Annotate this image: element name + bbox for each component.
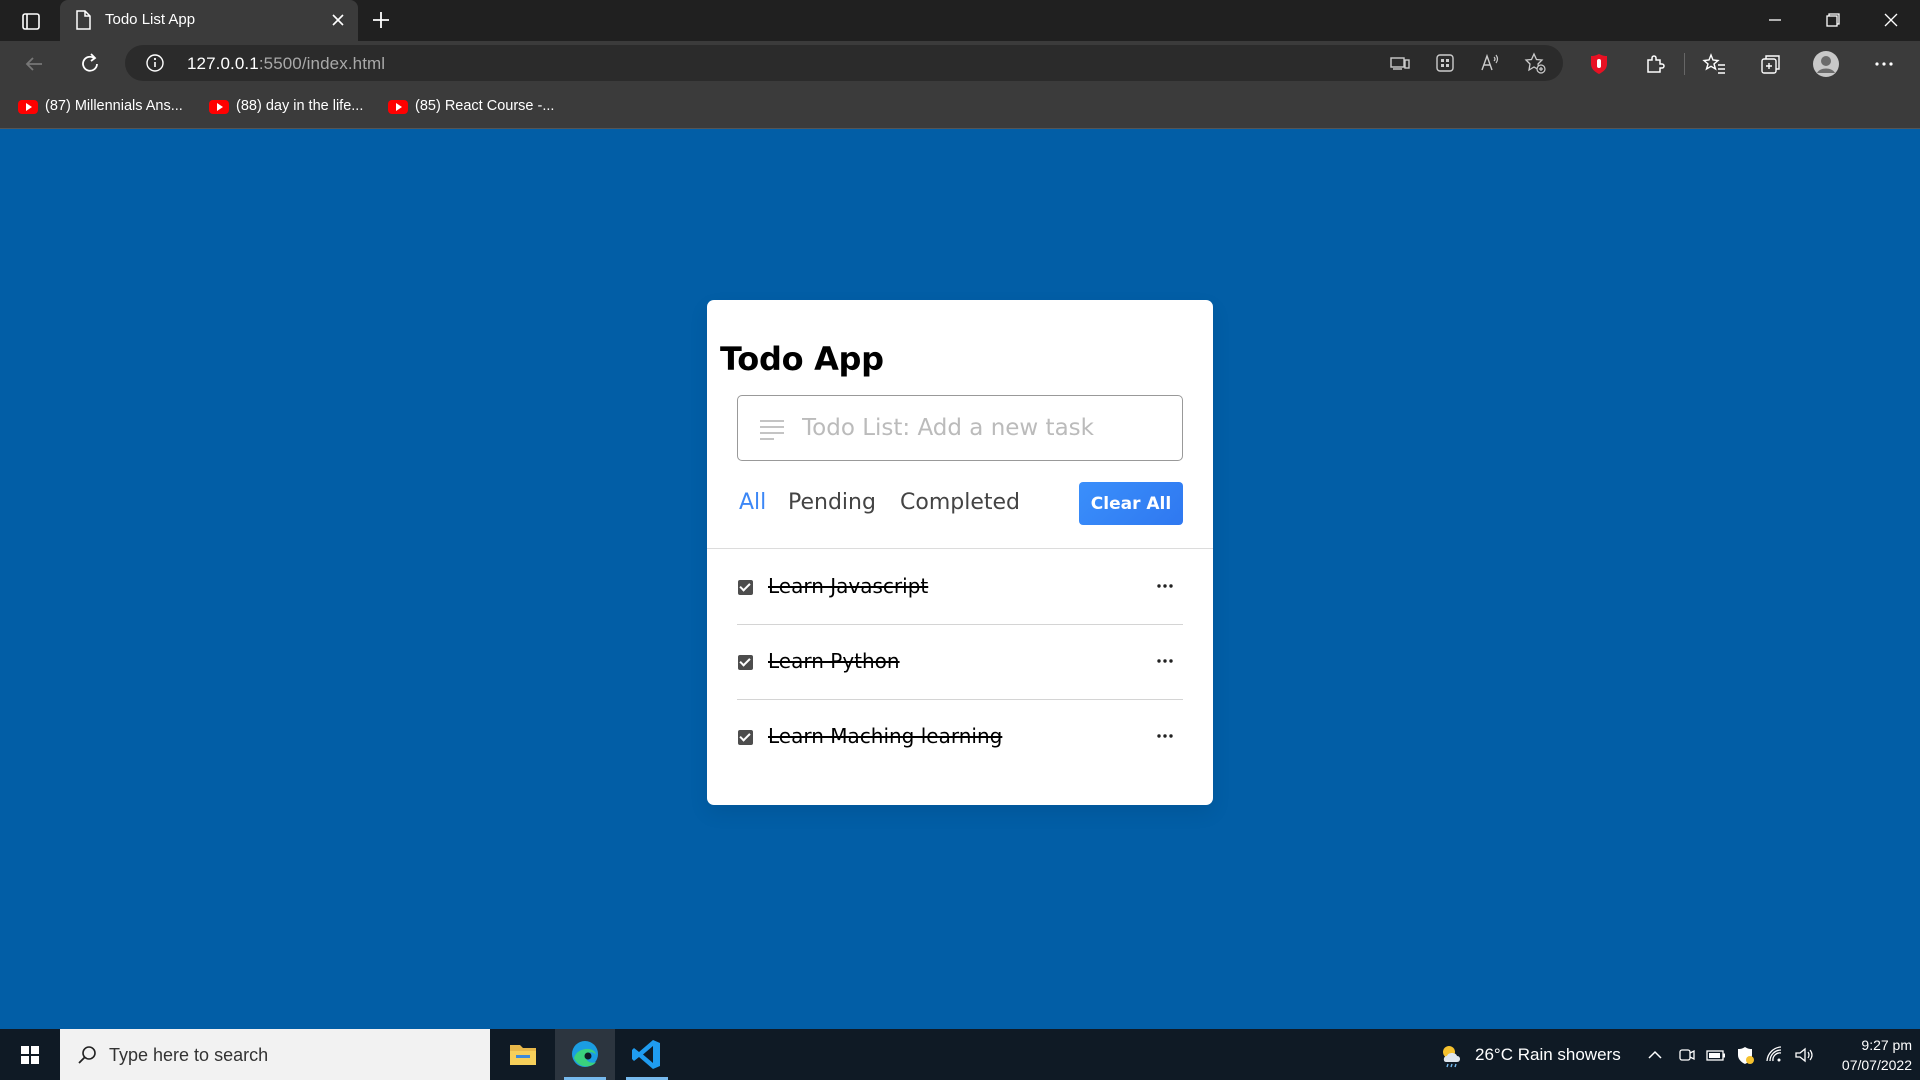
browser-tab[interactable]: Todo List App — [60, 0, 358, 41]
more-icon[interactable] — [1151, 649, 1179, 673]
taskbar-search[interactable]: Type here to search — [60, 1029, 490, 1080]
restore-icon[interactable] — [1818, 8, 1848, 32]
tab-actions-icon[interactable] — [14, 9, 46, 33]
profile-avatar-icon[interactable] — [1812, 50, 1840, 78]
windows-icon[interactable] — [0, 1029, 60, 1080]
more-icon[interactable] — [1151, 574, 1179, 598]
tab-title: Todo List App — [105, 11, 196, 28]
task-checkbox[interactable] — [738, 655, 753, 670]
qr-code-icon[interactable] — [1433, 51, 1457, 75]
collections-icon[interactable] — [1756, 50, 1784, 78]
chevron-up-icon[interactable] — [1644, 1044, 1666, 1066]
more-icon[interactable] — [1151, 724, 1179, 748]
divider — [707, 548, 1213, 549]
task-text: Learn Javascript — [768, 574, 929, 598]
url-text[interactable]: 127.0.0.1:5500/index.html — [187, 54, 385, 74]
meet-now-icon[interactable] — [1676, 1044, 1698, 1066]
reload-icon[interactable] — [76, 50, 104, 78]
clock-time: 9:27 pm — [1861, 1037, 1912, 1053]
task-item: Learn Python — [737, 625, 1183, 700]
read-aloud-icon[interactable] — [1478, 51, 1502, 75]
clock[interactable]: 9:27 pm 07/07/2022 — [1822, 1035, 1912, 1075]
file-explorer-icon — [510, 1045, 536, 1065]
close-icon[interactable] — [328, 10, 348, 30]
address-bar[interactable]: 127.0.0.1:5500/index.html — [125, 45, 1563, 81]
lines-icon — [760, 420, 784, 440]
favorites-icon[interactable] — [1700, 50, 1728, 78]
todo-card: Todo App All Pending Completed Clear All… — [707, 300, 1213, 805]
weather-icon[interactable] — [1438, 1042, 1466, 1068]
youtube-icon — [18, 100, 38, 114]
file-explorer-app[interactable] — [493, 1029, 553, 1080]
weather-text[interactable]: 26°C Rain showers — [1475, 1045, 1621, 1065]
info-icon[interactable] — [145, 53, 165, 73]
page-icon — [76, 10, 91, 30]
browser-titlebar: Todo List App — [0, 0, 1920, 41]
task-text: Learn Python — [768, 649, 900, 673]
task-list: Learn Javascript Learn Python Learn Mach… — [737, 550, 1183, 775]
edge-icon — [572, 1041, 598, 1067]
security-shield-icon[interactable] — [1734, 1044, 1756, 1066]
extension-shield-icon[interactable] — [1585, 50, 1613, 78]
taskbar: Type here to search 26°C Rain showers 9:… — [0, 1029, 1920, 1080]
clock-date: 07/07/2022 — [1841, 1057, 1912, 1073]
minimize-icon[interactable] — [1760, 8, 1790, 32]
more-options-icon[interactable] — [1870, 50, 1898, 78]
vscode-icon — [632, 1040, 660, 1069]
app-title: Todo App — [720, 340, 884, 378]
youtube-icon — [209, 100, 229, 114]
bookmarks-bar: (87) Millennials Ans... (88) day in the … — [0, 87, 1920, 129]
task-input-container[interactable] — [737, 395, 1183, 461]
filter-all[interactable]: All — [739, 490, 766, 515]
filter-pending[interactable]: Pending — [788, 490, 876, 515]
add-favorite-icon[interactable] — [1523, 51, 1547, 75]
youtube-icon — [388, 100, 408, 114]
vscode-app[interactable] — [617, 1029, 677, 1080]
search-icon — [78, 1046, 96, 1064]
browser-toolbar: 127.0.0.1:5500/index.html — [0, 41, 1920, 87]
battery-icon[interactable] — [1705, 1044, 1727, 1066]
task-checkbox[interactable] — [738, 730, 753, 745]
toolbar-separator — [1684, 53, 1685, 75]
task-text: Learn Maching learning — [768, 724, 1003, 748]
edge-app[interactable] — [555, 1029, 615, 1080]
task-input[interactable] — [802, 406, 1172, 450]
filter-completed[interactable]: Completed — [900, 490, 1020, 515]
app-available-icon[interactable] — [1388, 51, 1412, 75]
back-icon[interactable] — [20, 50, 48, 78]
search-placeholder: Type here to search — [109, 1045, 269, 1065]
task-item: Learn Maching learning — [737, 700, 1183, 775]
wifi-icon[interactable] — [1764, 1044, 1786, 1066]
extensions-icon[interactable] — [1640, 50, 1668, 78]
task-checkbox[interactable] — [738, 580, 753, 595]
volume-icon[interactable] — [1793, 1044, 1815, 1066]
plus-icon[interactable] — [369, 8, 393, 32]
close-window-icon[interactable] — [1876, 8, 1906, 32]
task-item: Learn Javascript — [737, 550, 1183, 625]
clear-all-button[interactable]: Clear All — [1079, 482, 1183, 525]
